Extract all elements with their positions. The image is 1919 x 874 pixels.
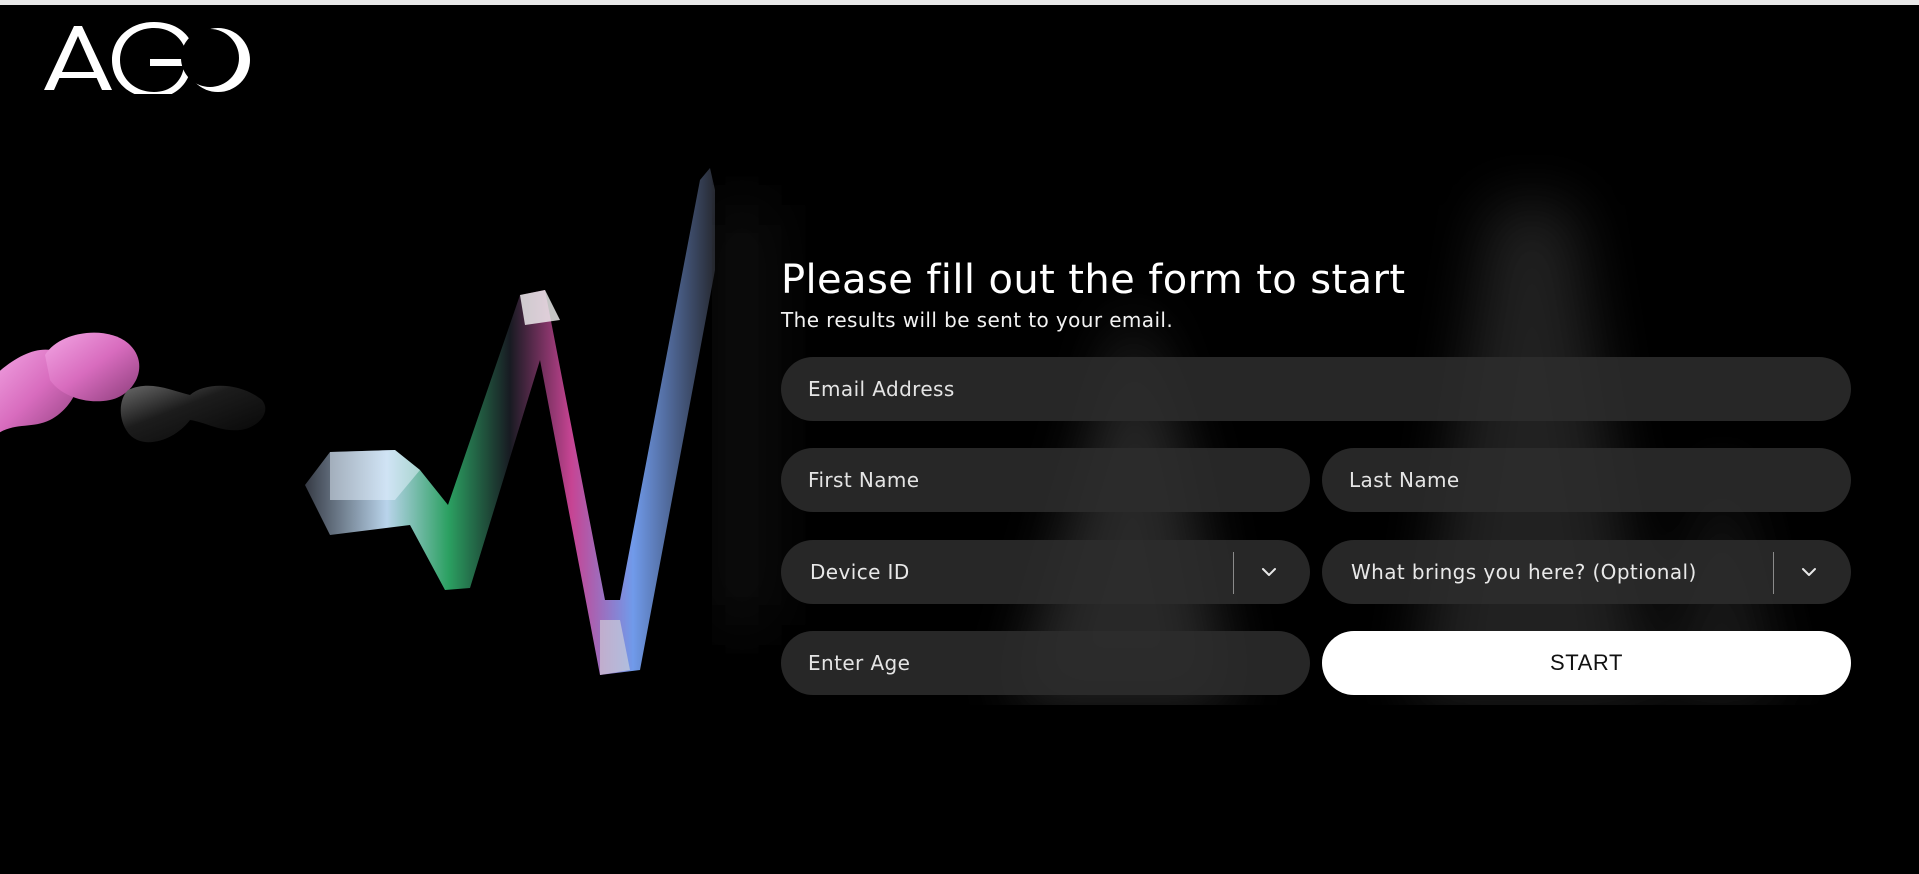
- landing-page: Please fill out the form to start The re…: [0, 0, 1919, 874]
- ago-logo[interactable]: [42, 22, 252, 94]
- hero-artwork-image: [0, 168, 715, 675]
- last-name-input[interactable]: [1349, 468, 1851, 492]
- select-divider: [1233, 552, 1234, 594]
- device-id-select[interactable]: Device ID: [781, 540, 1310, 604]
- last-name-field[interactable]: [1322, 448, 1851, 512]
- age-input[interactable]: [808, 651, 1310, 675]
- reason-select[interactable]: What brings you here? (Optional): [1322, 540, 1851, 604]
- reason-select-label: What brings you here? (Optional): [1351, 560, 1697, 584]
- email-input[interactable]: [808, 377, 1851, 401]
- blurred-backdrop: [712, 205, 1782, 705]
- select-divider: [1773, 552, 1774, 594]
- chevron-down-icon[interactable]: [1799, 562, 1819, 582]
- form-title: Please fill out the form to start: [781, 257, 1406, 303]
- first-name-input[interactable]: [808, 468, 1310, 492]
- device-id-select-label: Device ID: [810, 560, 910, 584]
- age-field[interactable]: [781, 631, 1310, 695]
- top-border: [0, 0, 1919, 5]
- chevron-down-icon[interactable]: [1259, 562, 1279, 582]
- signup-form: Please fill out the form to start The re…: [781, 255, 1851, 333]
- first-name-field[interactable]: [781, 448, 1310, 512]
- start-button[interactable]: START: [1322, 631, 1851, 695]
- email-field[interactable]: [781, 357, 1851, 421]
- form-subtitle: The results will be sent to your email.: [781, 308, 1174, 332]
